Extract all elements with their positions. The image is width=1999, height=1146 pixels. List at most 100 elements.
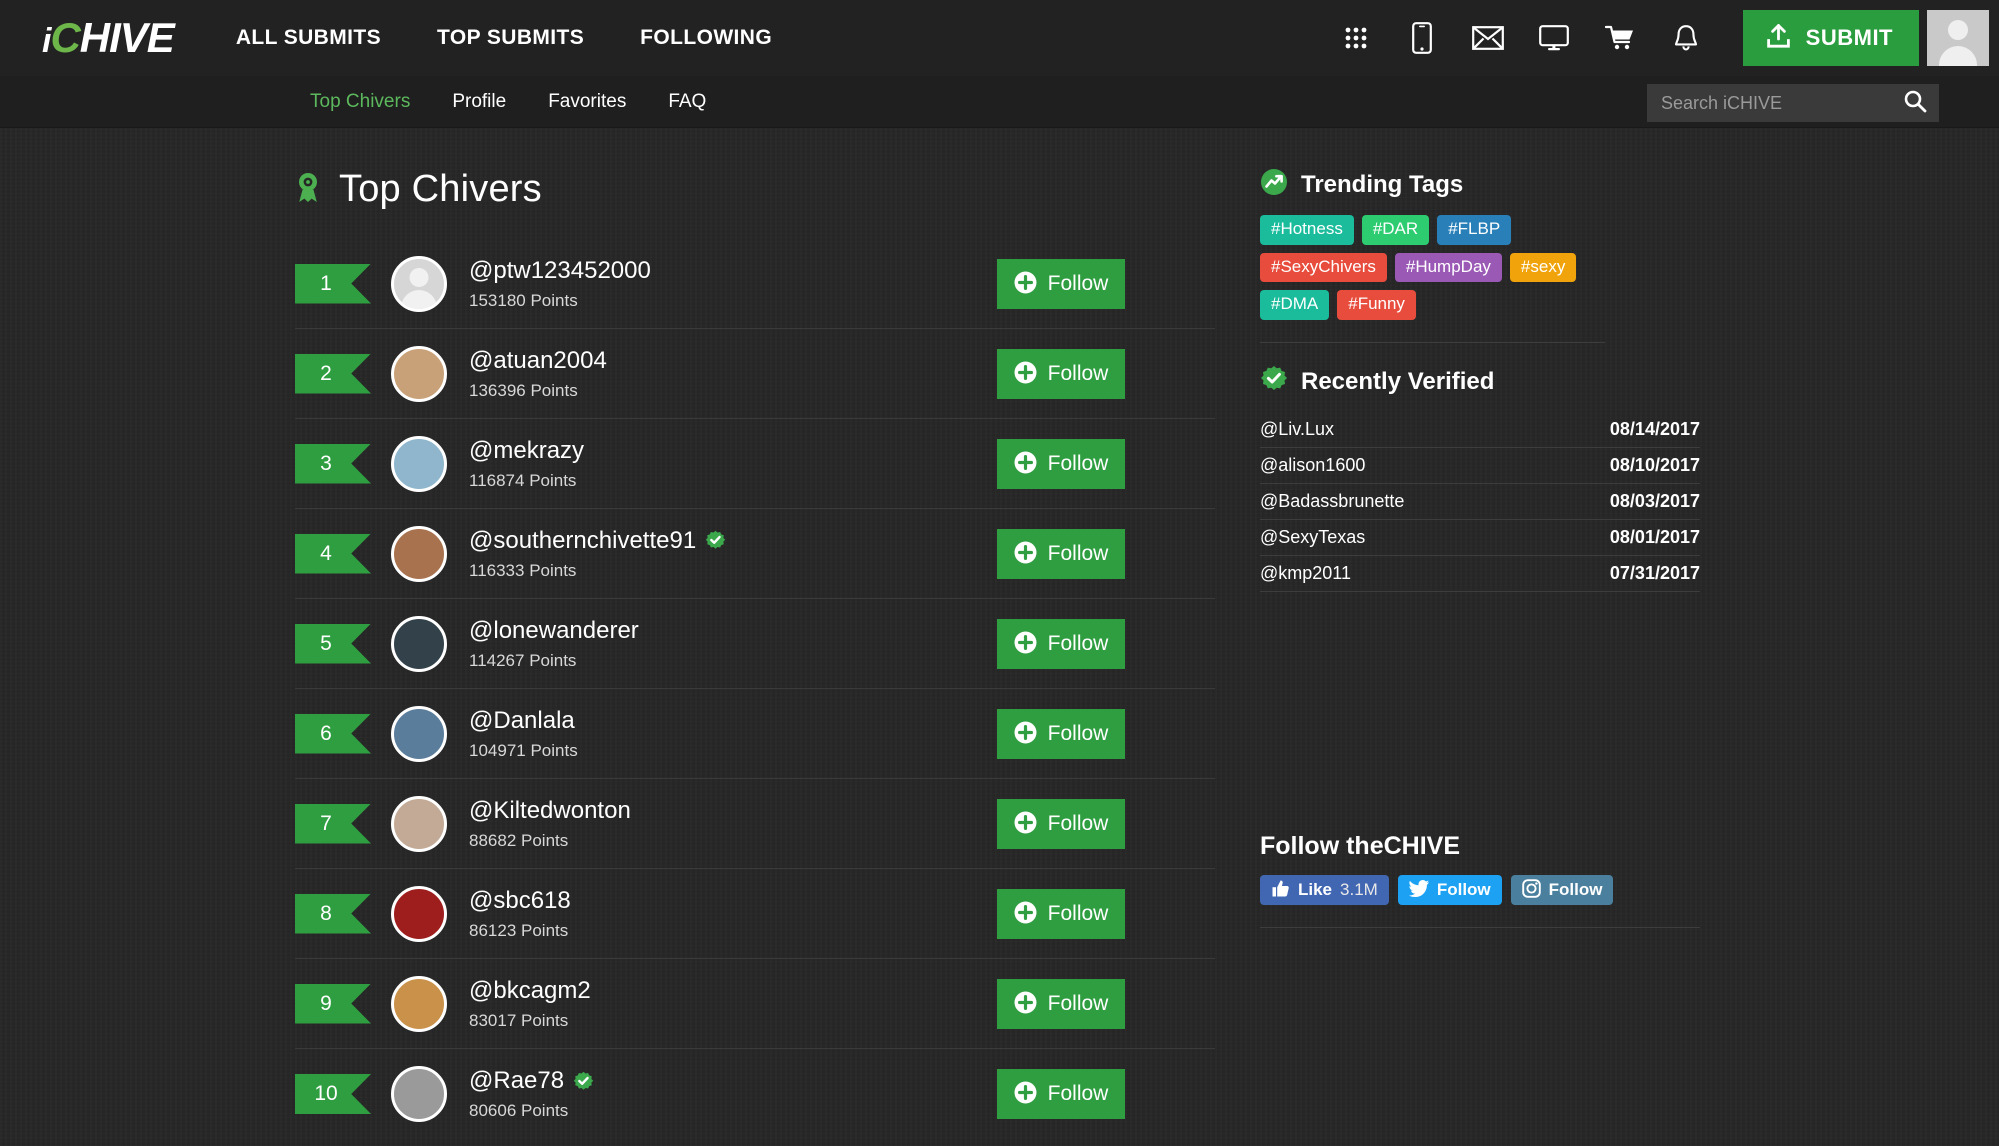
chiver-username[interactable]: @Danlala <box>469 707 578 735</box>
bell-icon[interactable] <box>1653 0 1719 76</box>
verified-badge-icon <box>705 530 726 551</box>
trending-tag[interactable]: #DAR <box>1361 215 1430 245</box>
follow-button[interactable]: Follow <box>997 888 1125 939</box>
chiver-points: 116333 Points <box>469 560 577 580</box>
plus-circle-icon <box>1014 451 1037 477</box>
follow-thechive-block: Follow theCHIVE Like 3.1M Follow Follow <box>1260 832 1700 929</box>
avatar[interactable] <box>391 1066 447 1122</box>
table-row[interactable]: 8 @sbc618 86123 Points Follow <box>295 869 1215 959</box>
monitor-icon[interactable] <box>1521 0 1587 76</box>
subnav-profile[interactable]: Profile <box>452 91 506 113</box>
verified-username[interactable]: @SexyTexas <box>1260 527 1365 548</box>
verified-username[interactable]: @Liv.Lux <box>1260 419 1334 440</box>
mobile-phone-icon[interactable] <box>1389 0 1455 76</box>
search-box[interactable] <box>1647 84 1939 122</box>
chiver-info: @Kiltedwonton 88682 Points <box>469 797 631 851</box>
trending-tag[interactable]: #DMA <box>1260 290 1330 321</box>
recently-verified-title: Recently Verified <box>1301 367 1495 395</box>
rank-badge: 4 <box>295 533 371 574</box>
chiver-username[interactable]: @mekrazy <box>469 437 584 465</box>
table-row[interactable]: 9 @bkcagm2 83017 Points Follow <box>295 959 1215 1049</box>
follow-button[interactable]: Follow <box>997 618 1125 669</box>
follow-button[interactable]: Follow <box>997 1069 1125 1119</box>
follow-button[interactable]: Follow <box>997 438 1125 489</box>
chiver-username-text: @Rae78 <box>469 1067 565 1094</box>
chiver-username[interactable]: @Rae78 <box>469 1067 594 1095</box>
nav-following[interactable]: FOLLOWING <box>640 26 772 50</box>
follow-button[interactable]: Follow <box>997 708 1125 759</box>
verified-user-row[interactable]: @Liv.Lux 08/14/2017 <box>1260 412 1700 449</box>
chiver-username[interactable]: @ptw123452000 <box>469 257 651 285</box>
chiver-info: @mekrazy 116874 Points <box>469 437 584 491</box>
follow-button[interactable]: Follow <box>997 528 1125 579</box>
twitter-follow-button[interactable]: Follow <box>1397 875 1502 906</box>
table-row[interactable]: 3 @mekrazy 116874 Points Follow <box>295 419 1215 509</box>
trending-tag[interactable]: #Hotness <box>1260 215 1354 245</box>
chiver-username[interactable]: @bkcagm2 <box>469 977 591 1005</box>
trending-tag[interactable]: #FLBP <box>1437 215 1512 245</box>
verified-username[interactable]: @Badassbrunette <box>1260 491 1404 512</box>
avatar[interactable] <box>391 795 447 852</box>
chiver-info: @atuan2004 136396 Points <box>469 347 607 401</box>
avatar[interactable] <box>391 615 447 672</box>
avatar[interactable] <box>391 255 447 312</box>
envelope-icon[interactable] <box>1455 0 1521 76</box>
logo-letter-i: i <box>42 22 52 60</box>
submit-button[interactable]: SUBMIT <box>1742 10 1919 66</box>
facebook-like-button[interactable]: Like 3.1M <box>1260 875 1389 906</box>
subnav-favorites[interactable]: Favorites <box>548 91 626 113</box>
grid-apps-icon[interactable] <box>1323 0 1389 76</box>
instagram-follow-button[interactable]: Follow <box>1510 875 1614 906</box>
table-row[interactable]: 1 @ptw123452000 153180 Points Follow <box>295 239 1215 329</box>
table-row[interactable]: 2 @atuan2004 136396 Points Follow <box>295 329 1215 419</box>
trending-tag[interactable]: #sexy <box>1509 252 1577 283</box>
verified-user-row[interactable]: @Badassbrunette 08/03/2017 <box>1260 484 1700 521</box>
avatar[interactable] <box>391 975 447 1032</box>
verified-check-icon <box>1260 365 1288 398</box>
thumbs-up-icon <box>1271 879 1290 901</box>
verified-user-row[interactable]: @alison1600 08/10/2017 <box>1260 448 1700 485</box>
follow-button[interactable]: Follow <box>997 348 1125 399</box>
search-icon[interactable] <box>1903 89 1927 118</box>
trending-tag[interactable]: #Funny <box>1337 290 1416 321</box>
table-row[interactable]: 6 @Danlala 104971 Points Follow <box>295 689 1215 779</box>
follow-button[interactable]: Follow <box>997 258 1125 309</box>
avatar[interactable] <box>391 885 447 942</box>
subnav-faq[interactable]: FAQ <box>668 91 706 113</box>
trending-arrow-icon <box>1260 168 1288 201</box>
chiver-info: @Danlala 104971 Points <box>469 707 578 761</box>
verified-user-row[interactable]: @SexyTexas 08/01/2017 <box>1260 520 1700 557</box>
table-row[interactable]: 10 @Rae78 80606 Points Follow <box>295 1049 1215 1139</box>
chiver-username[interactable]: @sbc618 <box>469 887 571 915</box>
user-avatar-icon[interactable] <box>1927 10 1989 66</box>
verified-user-row[interactable]: @kmp2011 07/31/2017 <box>1260 556 1700 593</box>
table-row[interactable]: 4 @southernchivette91 116333 Points Follow <box>295 509 1215 599</box>
verified-username[interactable]: @alison1600 <box>1260 455 1365 476</box>
nav-all-submits[interactable]: ALL SUBMITS <box>236 26 381 50</box>
ichive-logo[interactable]: i C HIVE <box>42 17 175 60</box>
follow-button[interactable]: Follow <box>997 798 1125 849</box>
rank-badge: 10 <box>295 1074 371 1114</box>
follow-button-label: Follow <box>1047 631 1109 655</box>
shopping-cart-icon[interactable] <box>1587 0 1653 76</box>
trending-tag[interactable]: #SexyChivers <box>1260 252 1387 283</box>
avatar[interactable] <box>391 435 447 492</box>
table-row[interactable]: 7 @Kiltedwonton 88682 Points Follow <box>295 779 1215 869</box>
trending-tag[interactable]: #HumpDay <box>1394 252 1502 283</box>
chiver-username[interactable]: @lonewanderer <box>469 617 639 645</box>
subnav-top-chivers[interactable]: Top Chivers <box>310 91 410 113</box>
nav-top-submits[interactable]: TOP SUBMITS <box>437 26 584 50</box>
search-input[interactable] <box>1661 92 1903 114</box>
avatar[interactable] <box>391 705 447 762</box>
chiver-username[interactable]: @Kiltedwonton <box>469 797 631 825</box>
avatar[interactable] <box>391 525 447 582</box>
plus-circle-icon <box>1014 631 1037 657</box>
chiver-username[interactable]: @atuan2004 <box>469 347 607 375</box>
avatar[interactable] <box>391 345 447 402</box>
chiver-username[interactable]: @southernchivette91 <box>469 527 726 555</box>
chiver-points: 114267 Points <box>469 650 577 670</box>
follow-button[interactable]: Follow <box>997 978 1125 1029</box>
table-row[interactable]: 5 @lonewanderer 114267 Points Follow <box>295 599 1215 689</box>
verified-username[interactable]: @kmp2011 <box>1260 563 1351 584</box>
social-button-label: Follow <box>1436 880 1491 900</box>
